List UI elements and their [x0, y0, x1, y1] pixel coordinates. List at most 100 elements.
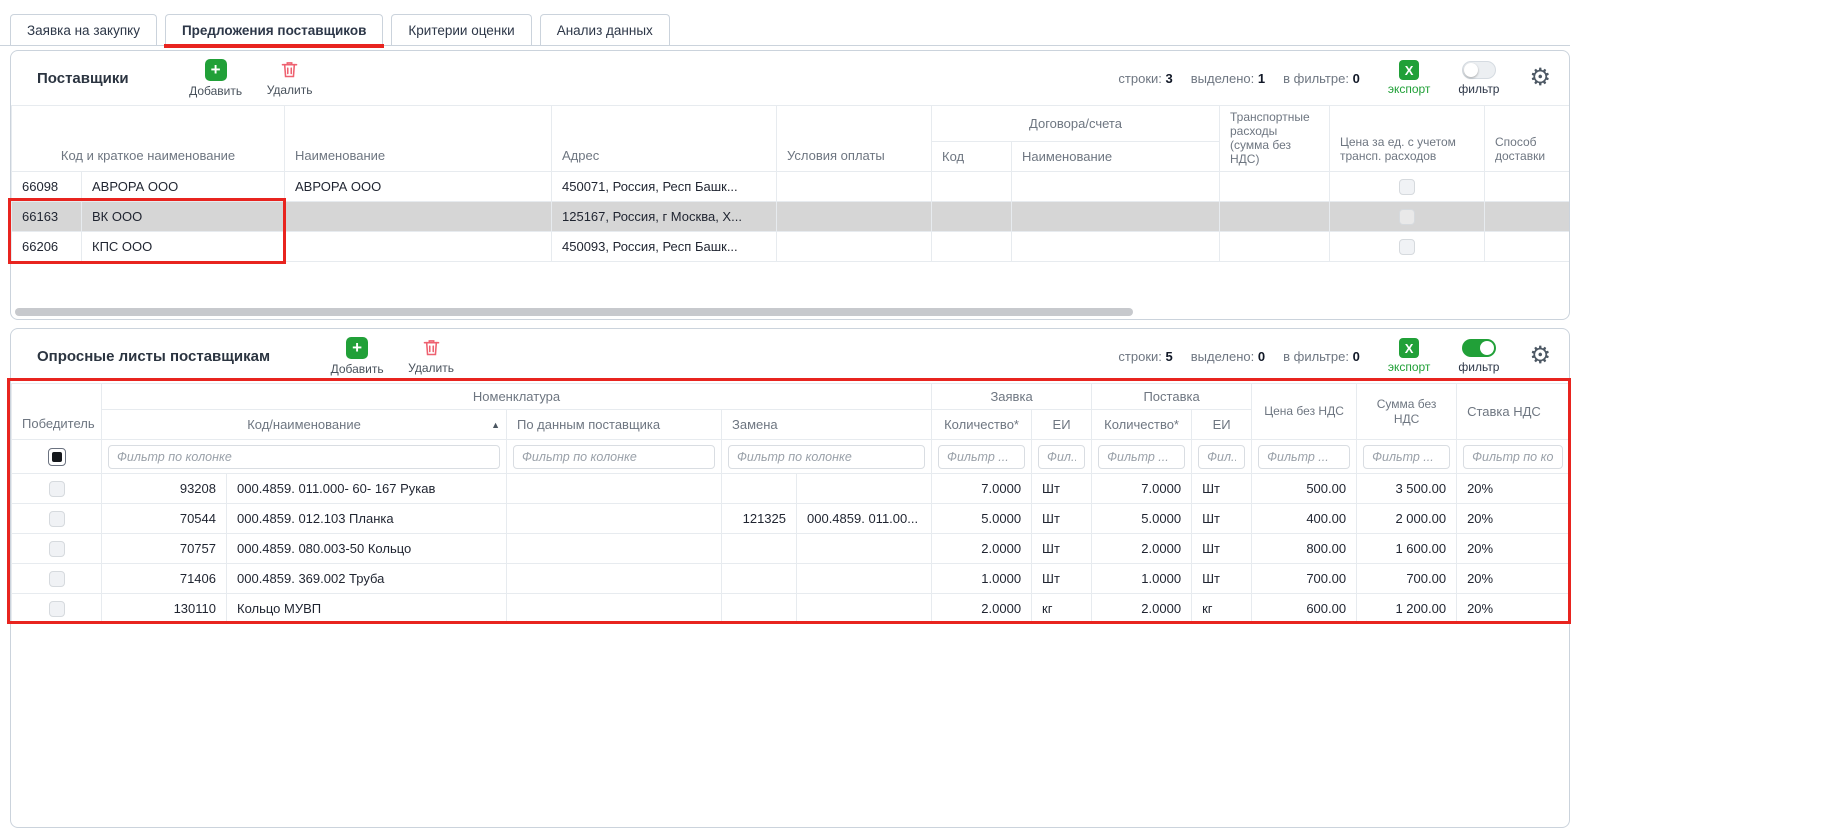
- cell-supplier-data[interactable]: [507, 564, 722, 594]
- export-button[interactable]: X экспорт: [1388, 60, 1431, 96]
- sheet-row[interactable]: 93208 000.4859. 011.000- 60- 167 Рукав 7…: [12, 474, 1570, 504]
- cell-qty-supply[interactable]: 7.0000: [1092, 474, 1192, 504]
- cell-code[interactable]: 70757: [102, 534, 227, 564]
- cell-repl-name[interactable]: 000.4859. 011.00...: [797, 504, 932, 534]
- gear-icon[interactable]: ⚙: [1529, 344, 1551, 368]
- cell-code[interactable]: 66206: [12, 232, 82, 262]
- winner-checkbox[interactable]: [49, 511, 65, 527]
- col-code-name[interactable]: Код/наименование ▲: [102, 410, 507, 440]
- cell-unit-price-flag[interactable]: [1330, 172, 1485, 202]
- cell-vat[interactable]: 20%: [1457, 564, 1570, 594]
- cell-winner[interactable]: [12, 504, 102, 534]
- cell-repl-code[interactable]: [722, 564, 797, 594]
- cell-short-name[interactable]: КПС ООО: [82, 232, 285, 262]
- cell-name[interactable]: 000.4859. 011.000- 60- 167 Рукав: [227, 474, 507, 504]
- filter-input-supplier-data[interactable]: [513, 445, 715, 469]
- cell-code[interactable]: 130110: [102, 594, 227, 624]
- cell-code[interactable]: 71406: [102, 564, 227, 594]
- tab-data-analysis[interactable]: Анализ данных: [540, 14, 670, 45]
- cell-repl-code[interactable]: 121325: [722, 504, 797, 534]
- cell-address[interactable]: 450071, Россия, Респ Башк...: [552, 172, 777, 202]
- add-sheet-button[interactable]: + Добавить: [324, 337, 390, 376]
- supplier-row[interactable]: 66206 КПС ООО 450093, Россия, Респ Башк.…: [12, 232, 1570, 262]
- winner-checkbox[interactable]: [49, 601, 65, 617]
- cell-delivery[interactable]: [1485, 232, 1570, 262]
- cell-winner[interactable]: [12, 534, 102, 564]
- cell-repl-name[interactable]: [797, 594, 932, 624]
- cell-amount[interactable]: 1 200.00: [1357, 594, 1457, 624]
- cell-delivery[interactable]: [1485, 172, 1570, 202]
- delete-supplier-button[interactable]: Удалить: [257, 59, 323, 97]
- filter-input-replacement[interactable]: [728, 445, 925, 469]
- cell-unit-price-flag[interactable]: [1330, 232, 1485, 262]
- cell-amount[interactable]: 2 000.00: [1357, 504, 1457, 534]
- filter-toggle[interactable]: фильтр: [1458, 61, 1499, 96]
- cell-winner[interactable]: [12, 474, 102, 504]
- cell-winner[interactable]: [12, 564, 102, 594]
- cell-qty-supply[interactable]: 5.0000: [1092, 504, 1192, 534]
- cell-transport[interactable]: [1220, 202, 1330, 232]
- supplier-row[interactable]: 66098 АВРОРА ООО АВРОРА ООО 450071, Росс…: [12, 172, 1570, 202]
- cell-code[interactable]: 66163: [12, 202, 82, 232]
- cell-code[interactable]: 66098: [12, 172, 82, 202]
- cell-name[interactable]: [285, 202, 552, 232]
- sheet-row[interactable]: 70757 000.4859. 080.003-50 Кольцо 2.0000…: [12, 534, 1570, 564]
- sheet-row[interactable]: 71406 000.4859. 369.002 Труба 1.0000 Шт …: [12, 564, 1570, 594]
- cell-vat[interactable]: 20%: [1457, 534, 1570, 564]
- cell-unit-request[interactable]: кг: [1032, 594, 1092, 624]
- cell-payment[interactable]: [777, 172, 932, 202]
- cell-qty-request[interactable]: 5.0000: [932, 504, 1032, 534]
- cell-unit-supply[interactable]: кг: [1192, 594, 1252, 624]
- cell-vat[interactable]: 20%: [1457, 594, 1570, 624]
- cell-name[interactable]: Кольцо МУВП: [227, 594, 507, 624]
- cell-supplier-data[interactable]: [507, 594, 722, 624]
- tab-supplier-offers[interactable]: Предложения поставщиков: [165, 14, 383, 45]
- cell-name[interactable]: 000.4859. 369.002 Труба: [227, 564, 507, 594]
- filter-input-unit-supply[interactable]: [1198, 445, 1245, 469]
- cell-amount[interactable]: 1 600.00: [1357, 534, 1457, 564]
- delete-sheet-button[interactable]: Удалить: [398, 337, 464, 375]
- select-all-checkbox[interactable]: [48, 448, 66, 466]
- cell-payment[interactable]: [777, 202, 932, 232]
- checkbox[interactable]: [1399, 179, 1415, 195]
- sort-asc-icon[interactable]: ▲: [491, 420, 500, 430]
- gear-icon[interactable]: ⚙: [1529, 66, 1551, 90]
- filter-input-price[interactable]: [1258, 445, 1350, 469]
- cell-price[interactable]: 400.00: [1252, 504, 1357, 534]
- cell-amount[interactable]: 3 500.00: [1357, 474, 1457, 504]
- sheet-row[interactable]: 130110 Кольцо МУВП 2.0000 кг 2.0000 кг 6…: [12, 594, 1570, 624]
- cell-supplier-data[interactable]: [507, 534, 722, 564]
- cell-supplier-data[interactable]: [507, 474, 722, 504]
- cell-short-name[interactable]: ВК ООО: [82, 202, 285, 232]
- filter-input-amount[interactable]: [1363, 445, 1450, 469]
- cell-qty-request[interactable]: 2.0000: [932, 534, 1032, 564]
- cell-repl-code[interactable]: [722, 474, 797, 504]
- cell-unit-supply[interactable]: Шт: [1192, 564, 1252, 594]
- filter-input-code-name[interactable]: [108, 445, 500, 469]
- cell-repl-code[interactable]: [722, 534, 797, 564]
- cell-contract-name[interactable]: [1012, 202, 1220, 232]
- cell-name[interactable]: [285, 232, 552, 262]
- cell-unit-request[interactable]: Шт: [1032, 534, 1092, 564]
- supplier-row-selected[interactable]: 66163 ВК ООО 125167, Россия, г Москва, Х…: [12, 202, 1570, 232]
- cell-short-name[interactable]: АВРОРА ООО: [82, 172, 285, 202]
- cell-qty-supply[interactable]: 2.0000: [1092, 534, 1192, 564]
- cell-price[interactable]: 600.00: [1252, 594, 1357, 624]
- cell-contract-code[interactable]: [932, 232, 1012, 262]
- cell-repl-code[interactable]: [722, 594, 797, 624]
- cell-winner[interactable]: [12, 594, 102, 624]
- cell-vat[interactable]: 20%: [1457, 474, 1570, 504]
- tab-purchase-request[interactable]: Заявка на закупку: [10, 14, 157, 45]
- cell-unit-request[interactable]: Шт: [1032, 474, 1092, 504]
- cell-address[interactable]: 450093, Россия, Респ Башк...: [552, 232, 777, 262]
- export-button[interactable]: X экспорт: [1388, 338, 1431, 374]
- checkbox[interactable]: [1399, 239, 1415, 255]
- add-supplier-button[interactable]: + Добавить: [183, 59, 249, 98]
- cell-contract-code[interactable]: [932, 172, 1012, 202]
- cell-unit-price-flag[interactable]: [1330, 202, 1485, 232]
- cell-price[interactable]: 800.00: [1252, 534, 1357, 564]
- cell-qty-supply[interactable]: 2.0000: [1092, 594, 1192, 624]
- cell-unit-supply[interactable]: Шт: [1192, 474, 1252, 504]
- cell-repl-name[interactable]: [797, 564, 932, 594]
- filter-input-qty-supply[interactable]: [1098, 445, 1185, 469]
